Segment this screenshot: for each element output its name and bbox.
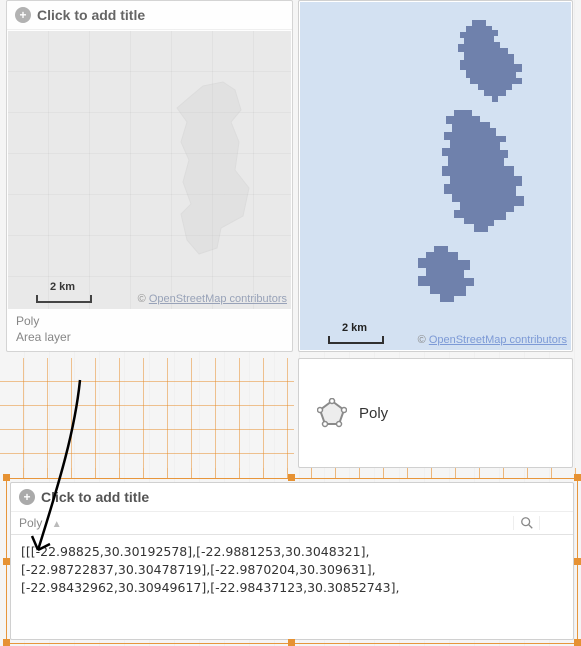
map-attribution: © OpenStreetMap contributors	[138, 293, 287, 305]
panel-title-text: Click to add title	[37, 7, 145, 23]
panel-title[interactable]: + Click to add title	[11, 483, 573, 512]
search-icon[interactable]	[513, 516, 539, 530]
table-panel[interactable]: + Click to add title Poly ▲ [[[-22.98825…	[10, 482, 574, 640]
panel-title-text: Click to add title	[41, 489, 149, 505]
legend-panel[interactable]: Poly	[298, 358, 573, 468]
panel-title[interactable]: + Click to add title	[7, 1, 292, 30]
resize-handle-br[interactable]	[574, 639, 581, 646]
scale-bar	[328, 336, 384, 344]
pentagon-icon	[317, 398, 347, 428]
osm-link[interactable]: OpenStreetMap contributors	[149, 293, 287, 305]
table-cell[interactable]: [[[-22.98825,30.30192578],[-22.9881253,3…	[11, 535, 573, 605]
layer-footer: Poly Area layer	[8, 310, 291, 350]
map-canvas[interactable]: 2 km © OpenStreetMap contributors	[300, 2, 571, 350]
map-panel-right[interactable]: 2 km © OpenStreetMap contributors	[298, 0, 573, 352]
resize-handle-ml[interactable]	[3, 558, 10, 565]
map-canvas[interactable]: 2 km © OpenStreetMap contributors	[8, 31, 291, 309]
map-panel-left[interactable]: + Click to add title 2 km © OpenStreetMa…	[6, 0, 293, 352]
sort-icon[interactable]: ▲	[52, 519, 62, 530]
resize-handle-bl[interactable]	[3, 639, 10, 646]
resize-handle-tl[interactable]	[3, 474, 10, 481]
map-polygon-thumb	[8, 31, 293, 311]
osm-link[interactable]: OpenStreetMap contributors	[429, 334, 567, 346]
plus-icon: +	[19, 489, 35, 505]
table-header: Poly ▲	[11, 512, 573, 535]
scale-bar	[36, 295, 92, 303]
resize-handle-bc[interactable]	[288, 639, 295, 646]
column-header[interactable]: Poly ▲	[19, 516, 513, 530]
legend-item: Poly	[299, 372, 406, 454]
layer-type: Area layer	[16, 330, 283, 346]
layer-name: Poly	[16, 314, 283, 330]
resize-handle-mr[interactable]	[574, 558, 581, 565]
resize-handle-tr[interactable]	[574, 474, 581, 481]
scale-label: 2 km	[50, 281, 75, 293]
column-extra[interactable]	[539, 516, 565, 530]
map-polygon	[300, 2, 573, 352]
plus-icon: +	[15, 7, 31, 23]
resize-handle-tc[interactable]	[288, 474, 295, 481]
scale-label: 2 km	[342, 322, 367, 334]
legend-label: Poly	[359, 405, 388, 422]
map-attribution: © OpenStreetMap contributors	[418, 334, 567, 346]
